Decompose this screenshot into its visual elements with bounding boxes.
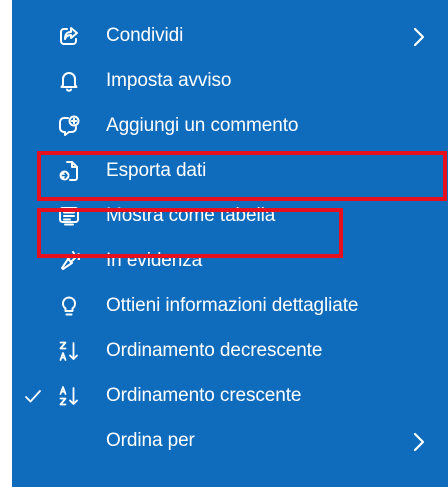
comment-add-icon [58,115,80,137]
menu-item-export-data[interactable]: Esporta dati [12,151,448,191]
menu-item-set-alert[interactable]: Imposta avviso [12,61,448,101]
menu-item-label: Ottieni informazioni dettagliate [106,295,359,316]
menu-item-add-comment[interactable]: Aggiungi un commento [12,106,448,146]
menu-item-label: Esporta dati [106,160,207,181]
menu-item-label: Ordinamento decrescente [106,340,323,361]
spotlight-icon [58,250,80,272]
menu-item-sort-ascending[interactable]: Ordinamento crescente [12,376,448,416]
chevron-right-icon [412,27,426,47]
sort-ascending-icon [58,385,80,407]
table-view-icon [58,205,80,227]
context-menu: Condividi Imposta avviso Aggiungi un com… [12,0,448,487]
menu-item-sort-descending[interactable]: Ordinamento decrescente [12,331,448,371]
lightbulb-icon [58,295,80,317]
menu-item-label: Aggiungi un commento [106,115,299,136]
menu-item-label: Ordinamento crescente [106,385,302,406]
menu-item-label: Imposta avviso [106,70,232,91]
chevron-right-icon [412,432,426,452]
menu-item-get-insights[interactable]: Ottieni informazioni dettagliate [12,286,448,326]
menu-item-label: Ordina per [106,430,195,451]
menu-item-label: Condividi [106,25,184,46]
sort-descending-icon [58,340,80,362]
menu-item-label: In evidenza [106,250,203,271]
menu-item-share[interactable]: Condividi [12,16,448,56]
export-data-icon [58,160,80,182]
menu-item-sort-by[interactable]: Ordina per [12,421,448,461]
share-icon [58,25,80,47]
menu-item-label: Mostra come tabella [106,205,276,226]
menu-item-show-as-table[interactable]: Mostra come tabella [12,196,448,236]
menu-item-spotlight[interactable]: In evidenza [12,241,448,281]
bell-icon [58,70,80,92]
checkmark-icon [24,385,42,407]
